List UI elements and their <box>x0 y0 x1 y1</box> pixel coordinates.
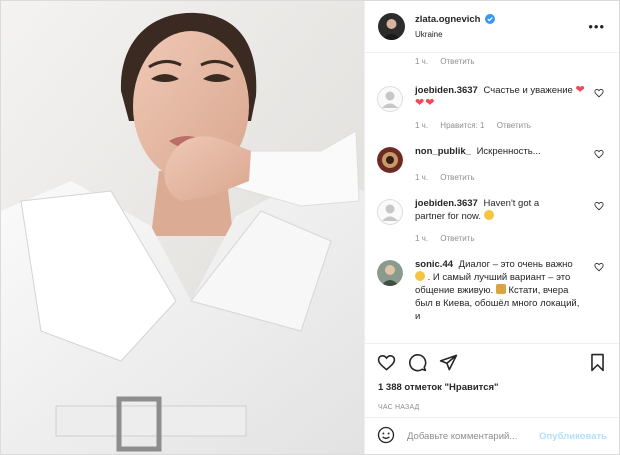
comment-text: Искренность... <box>476 146 541 157</box>
comments-list: 1 ч. Ответить joebiden.3637 Счастье и ув… <box>365 53 619 343</box>
post-header: zlata.ognevich Ukraine ••• <box>365 1 619 53</box>
post-side-panel: zlata.ognevich Ukraine ••• 1 ч. Ответить <box>364 1 619 454</box>
heart-icon[interactable] <box>377 353 396 372</box>
publish-button[interactable]: Опубликовать <box>539 431 607 442</box>
comment-item: joebiden.3637 Счастье и уважение ❤❤❤ 1 ч… <box>365 84 619 132</box>
comment-username[interactable]: joebiden.3637 <box>415 85 478 96</box>
share-icon[interactable] <box>439 353 458 372</box>
post-actions <box>365 343 619 381</box>
commenter-avatar[interactable] <box>377 199 403 225</box>
comment-item: sonic.44 Диалог – это очень важно . И са… <box>365 258 619 323</box>
comment-time: 1 ч. <box>415 57 429 66</box>
like-comment-heart-icon[interactable] <box>594 88 604 100</box>
comment-item: non_publik_ Искренность... 1 ч. Ответить <box>365 145 619 184</box>
more-icon[interactable]: ••• <box>588 19 605 34</box>
thinking-emoji-icon <box>483 210 494 220</box>
previous-comment-meta: 1 ч. Ответить <box>365 53 619 69</box>
author-avatar[interactable] <box>378 13 405 40</box>
comment-username[interactable]: non_publik_ <box>415 146 471 157</box>
add-comment-input[interactable] <box>407 430 540 442</box>
reply-button[interactable]: Ответить <box>440 234 474 243</box>
emoji-icon[interactable] <box>377 426 395 446</box>
comment-text: Счастье и уважение <box>483 85 573 96</box>
comment-time: 1 ч. <box>415 234 429 243</box>
comment-username[interactable]: sonic.44 <box>415 259 453 270</box>
comment-time: 1 ч. <box>415 173 429 182</box>
bag-emoji-icon <box>495 284 506 294</box>
comment-text: Диалог – это очень важно <box>458 259 573 270</box>
comment-icon[interactable] <box>408 353 427 372</box>
reply-button[interactable]: Ответить <box>440 173 474 182</box>
like-comment-heart-icon[interactable] <box>594 262 604 274</box>
author-username[interactable]: zlata.ognevich <box>415 14 480 25</box>
likes-count[interactable]: 1 388 отметок "Нравится" <box>365 381 619 399</box>
commenter-avatar[interactable] <box>377 147 403 173</box>
like-comment-heart-icon[interactable] <box>594 201 604 213</box>
like-comment-heart-icon[interactable] <box>594 149 604 161</box>
comment-username[interactable]: joebiden.3637 <box>415 198 478 209</box>
post-location[interactable]: Ukraine <box>415 28 495 41</box>
reply-button[interactable]: Ответить <box>497 121 531 130</box>
commenter-avatar[interactable] <box>377 86 403 112</box>
bookmark-icon[interactable] <box>588 353 607 372</box>
comment-likes[interactable]: Нравится: 1 <box>440 121 484 130</box>
verified-icon <box>484 13 495 28</box>
comment-time: 1 ч. <box>415 121 429 130</box>
instagram-post: zlata.ognevich Ukraine ••• 1 ч. Ответить <box>0 0 620 455</box>
post-photo-image <box>1 1 364 454</box>
reply-button[interactable]: Ответить <box>440 57 474 66</box>
commenter-avatar[interactable] <box>377 260 403 286</box>
add-comment-bar: Опубликовать <box>365 417 619 454</box>
ok-hand-emoji-icon <box>415 271 425 281</box>
comment-item: joebiden.3637 Haven't got a partner for … <box>365 197 619 245</box>
post-photo[interactable] <box>1 1 364 454</box>
